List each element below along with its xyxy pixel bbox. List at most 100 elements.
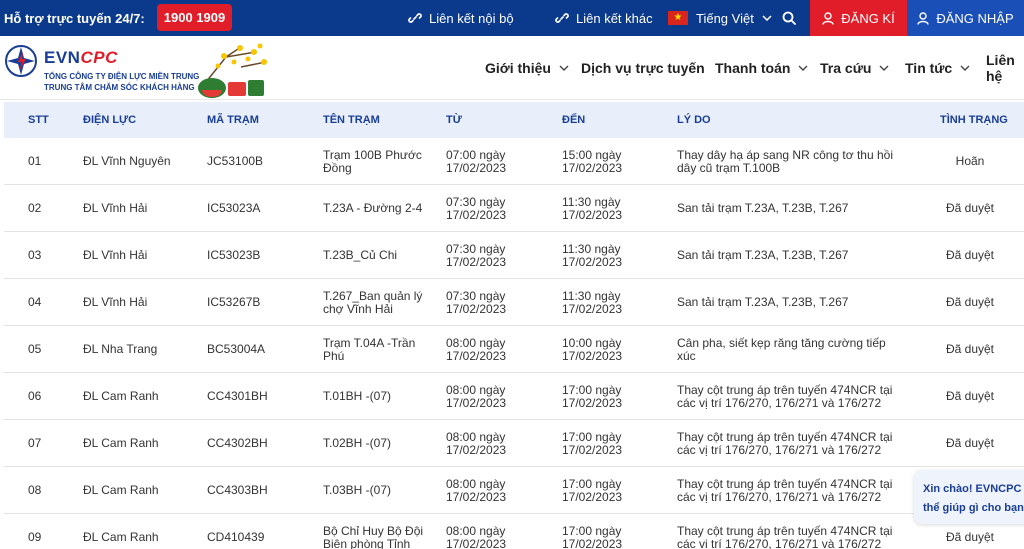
column-header-ten-tram: TÊN TRẠM bbox=[323, 114, 380, 126]
nav-item-lookup[interactable]: Tra cứu bbox=[820, 36, 889, 100]
language-select[interactable]: ★ Tiếng Việt bbox=[668, 0, 772, 36]
cell-ten-tram: Trạm 100B Phước Đồng bbox=[323, 138, 443, 185]
cell-ly-do: Thay cột trung áp trên tuyến 474NCR tại c… bbox=[677, 373, 917, 420]
cell-ten-tram-line: Phú bbox=[323, 348, 345, 363]
cell-ten-tram-text: T.23B_Củ Chi bbox=[323, 249, 397, 262]
cell-den-line: 11:30 ngày bbox=[562, 241, 621, 256]
column-header-ma-tram: MÃ TRẠM bbox=[207, 114, 259, 126]
nav-item-news[interactable]: Tin tức bbox=[905, 36, 970, 100]
cell-ly-do-line: xúc bbox=[677, 348, 696, 363]
cell-ten-tram-line: T.01BH -(07) bbox=[323, 389, 392, 403]
nav-item-contact[interactable]: Liên hệ bbox=[986, 36, 1024, 100]
register-label: ĐĂNG KÍ bbox=[841, 10, 895, 26]
cell-ten-tram-text: T.02BH -(07) bbox=[323, 437, 391, 450]
cell-dien-luc: ĐL Vĩnh Hải bbox=[83, 201, 148, 215]
cell-den-line: 17:00 ngày bbox=[562, 382, 622, 397]
cell-ma-tram: CC4301BH bbox=[207, 389, 268, 403]
chat-widget[interactable]: Xin chào! EVNCPC c thể giúp gì cho bạn bbox=[914, 470, 1024, 524]
cell-ten-tram-line: Bộ Chỉ Huy Bộ Đội bbox=[323, 523, 424, 538]
cell-tu-line: 08:00 ngày bbox=[446, 335, 506, 350]
cell-tu: 07:30 ngày 17/02/2023 bbox=[446, 185, 556, 232]
search-button[interactable] bbox=[782, 0, 803, 36]
evn-emblem-icon bbox=[5, 45, 37, 77]
cell-dien-luc: ĐL Cam Ranh bbox=[83, 389, 159, 403]
internal-links-link[interactable]: Liên kết nội bộ bbox=[408, 0, 514, 36]
column-header-tinh-trang: TÌNH TRẠNG bbox=[940, 114, 1008, 126]
nav-item-payment[interactable]: Thanh toán bbox=[715, 36, 808, 100]
other-links-label: Liên kết khác bbox=[576, 10, 653, 26]
login-button[interactable]: ĐĂNG NHẬP bbox=[907, 0, 1024, 36]
register-button[interactable]: ĐĂNG KÍ bbox=[810, 0, 907, 36]
cell-ten-tram-line: T.23B_Củ Chi bbox=[323, 248, 398, 262]
chevron-down-icon bbox=[798, 65, 808, 71]
cell-stt: 06 bbox=[28, 389, 42, 403]
internal-links-label: Liên kết nội bộ bbox=[429, 10, 514, 26]
cell-ten-tram-line: Trạm 100B Phước bbox=[323, 147, 422, 162]
table-row: 02 ĐL Vĩnh Hải IC53023A T.23A - Đường 2-4 07… bbox=[4, 185, 1024, 232]
cell-den-line: 17/02/2023 bbox=[562, 207, 623, 222]
cell-tu-line: 17/02/2023 bbox=[446, 536, 507, 549]
cell-den-line: 17/02/2023 bbox=[562, 395, 623, 410]
cell-tu: 08:00 ngày 17/02/2023 bbox=[446, 326, 556, 373]
cell-ten-tram: T.03BH -(07) bbox=[323, 467, 443, 514]
cell-tu: 07:30 ngày 17/02/2023 bbox=[446, 232, 556, 279]
evncpc-logo[interactable]: EVNCPC TỔNG CÔNG TY ĐIỆN LỰC MIỀN TRUNG … bbox=[4, 42, 274, 98]
tet-flowers-icon bbox=[198, 43, 267, 98]
cell-ly-do-line: các vị trí 176/270, 176/271 và 176/272 bbox=[677, 395, 882, 410]
cell-ly-do-text: Thay cột trung áp trên tuyến 474NCR tại c… bbox=[677, 383, 892, 410]
cell-ma-tram: BC53004A bbox=[207, 342, 266, 356]
cell-stt: 09 bbox=[28, 530, 42, 544]
cell-tu-line: 07:30 ngày bbox=[446, 194, 506, 209]
cell-ma-tram: IC53023B bbox=[207, 248, 261, 262]
cell-ly-do: Cân pha, siết kẹp răng tăng cường tiếp xú… bbox=[677, 326, 917, 373]
cell-ly-do-line: Thay dây hạ áp sang NR công tơ thu hồi bbox=[677, 147, 893, 162]
nav-label: Tin tức bbox=[905, 60, 953, 76]
chevron-down-icon bbox=[960, 65, 970, 71]
cell-tu-text: 08:00 ngày 17/02/2023 bbox=[446, 477, 506, 504]
table-header: STT ĐIỆN LỰC MÃ TRẠM TÊN TRẠM TỪ ĐẾN LÝ … bbox=[4, 102, 1024, 138]
other-links-link[interactable]: Liên kết khác bbox=[555, 0, 653, 36]
cell-den-line: 17/02/2023 bbox=[562, 254, 623, 269]
table-row: 09 ĐL Cam Ranh CD410439 Bộ Chỉ Huy Bộ Đội Bi… bbox=[4, 514, 1024, 549]
cell-den-line: 15:00 ngày bbox=[562, 147, 622, 162]
cell-ma-tram: IC53267B bbox=[207, 295, 261, 309]
cell-dien-luc: ĐL Vĩnh Hải bbox=[83, 248, 148, 262]
cell-ma-tram: IC53023A bbox=[207, 201, 261, 215]
hotline-button[interactable]: 1900 1909 bbox=[157, 4, 232, 31]
cell-tu-line: 17/02/2023 bbox=[446, 348, 507, 363]
nav-label: Tra cứu bbox=[820, 60, 872, 76]
table-row: 07 ĐL Cam Ranh CC4302BH T.02BH -(07) 08:00 n… bbox=[4, 420, 1024, 467]
cell-ten-tram-text: T.01BH -(07) bbox=[323, 390, 391, 403]
cell-ly-do-text: San tải trạm T.23A, T.23B, T.267 bbox=[677, 296, 848, 309]
chat-greeting-line1: Xin chào! EVNCPC c bbox=[923, 483, 1024, 495]
cell-ten-tram-text: Trạm 100B Phước Đồng bbox=[323, 147, 422, 175]
cell-tinh-trang: Đã duyệt bbox=[945, 201, 995, 215]
cell-den-line: 17/02/2023 bbox=[562, 536, 623, 549]
cell-den-text: 10:00 ngày 17/02/2023 bbox=[562, 336, 622, 363]
column-header-ly-do: LÝ DO bbox=[677, 114, 711, 126]
cell-ly-do-line: Cân pha, siết kẹp răng tăng cường tiếp bbox=[677, 335, 886, 350]
cell-ten-tram-line: Biên phòng Tỉnh bbox=[323, 536, 411, 549]
cell-tu: 08:00 ngày 17/02/2023 bbox=[446, 420, 556, 467]
cell-ly-do-line: Thay cột trung áp trên tuyến 474NCR tại bbox=[677, 476, 893, 491]
cell-tu-text: 08:00 ngày 17/02/2023 bbox=[446, 335, 507, 363]
cell-den-text: 15:00 ngày 17/02/2023 bbox=[562, 147, 622, 175]
nav-label: Dịch vụ trực tuyến bbox=[581, 60, 705, 76]
nav-item-about[interactable]: Giới thiệu bbox=[485, 36, 569, 100]
cell-ten-tram-line: Trạm T.04A -Trần bbox=[323, 335, 416, 350]
cell-den: 11:30 ngày 17/02/2023 bbox=[562, 185, 672, 232]
cell-dien-luc: ĐL Cam Ranh bbox=[83, 530, 159, 544]
cell-ly-do-line: San tải trạm T.23A, T.23B, T.267 bbox=[677, 248, 849, 262]
cell-den: 11:30 ngày 17/02/2023 bbox=[562, 232, 672, 279]
cell-tu-line: 17/02/2023 bbox=[446, 442, 507, 457]
chat-greeting-line2: thể giúp gì cho bạn bbox=[923, 502, 1024, 514]
cell-ten-tram-line: T.267_Ban quản lý bbox=[323, 288, 423, 303]
table-row: 04 ĐL Vĩnh Hải IC53267B T.267_Ban quản lý ch… bbox=[4, 279, 1024, 326]
cell-ten-tram-line: T.02BH -(07) bbox=[323, 436, 392, 450]
cell-den-line: 11:30 ngày bbox=[562, 288, 621, 303]
link-icon bbox=[408, 13, 422, 23]
cell-tu: 08:00 ngày 17/02/2023 bbox=[446, 514, 556, 549]
nav-item-online-services[interactable]: Dịch vụ trực tuyến bbox=[581, 36, 705, 100]
cell-den: 17:00 ngày 17/02/2023 bbox=[562, 373, 672, 420]
cell-tu-text: 07:30 ngày 17/02/2023 bbox=[446, 242, 506, 269]
